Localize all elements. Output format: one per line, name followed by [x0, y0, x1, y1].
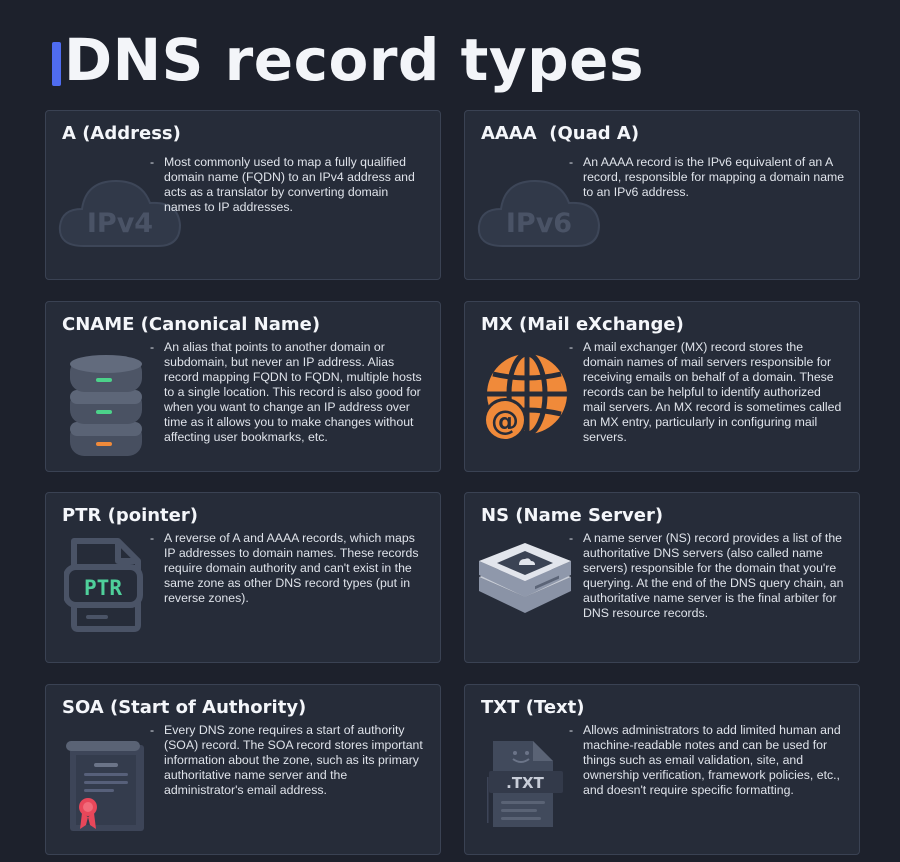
icon-label: IPv6: [506, 208, 572, 239]
certificate-icon: [64, 737, 148, 841]
card-aaaa-record: AAAA (Quad A) IPv6 - An AAAA record is th…: [464, 110, 860, 280]
card-title: TXT (Text): [481, 697, 585, 718]
card-title: CNAME (Canonical Name): [62, 314, 321, 335]
icon-label: @: [491, 404, 519, 437]
icon-label: .TXT: [506, 774, 544, 792]
server-stack-icon: [66, 350, 146, 462]
txt-file-icon: .TXT: [487, 737, 567, 833]
card-title: NS (Name Server): [481, 505, 664, 526]
card-title: SOA (Start of Authority): [62, 697, 307, 718]
page-title: DNS record types: [64, 26, 645, 94]
card-description: - Most commonly used to map a fully quali…: [150, 155, 415, 214]
card-txt-record: TXT (Text) .TXT - Allows administrators t…: [464, 684, 860, 855]
card-a-record: A (Address) IPv4 - Most commonly used to …: [45, 110, 441, 280]
card-ns-record: NS (Name Server) -A name server (NS) rec…: [464, 492, 860, 663]
card-description: -A mail exchanger (MX) record stores the…: [569, 340, 842, 444]
card-title: PTR (pointer): [62, 505, 198, 526]
card-description: - Every DNS zone requires a start of auth…: [150, 723, 423, 797]
card-description: -A reverse of A and AAAA records, which …: [150, 531, 419, 605]
icon-label: IPv4: [87, 208, 153, 239]
name-server-icon: [475, 535, 575, 631]
card-description: - An alias that points to another domain …: [150, 340, 422, 444]
card-title: A (Address): [62, 123, 181, 144]
card-title: AAAA (Quad A): [481, 123, 640, 144]
card-mx-record: MX (Mail eXchange) @ -A mail exchanger (…: [464, 301, 860, 472]
card-description: -A name server (NS) record provides a li…: [569, 531, 844, 620]
card-description: - An AAAA record is the IPv6 equivalent o…: [569, 155, 845, 199]
card-ptr-record: PTR (pointer) PTR -A reverse of A and AA…: [45, 492, 441, 663]
globe-mail-icon: @: [475, 346, 573, 450]
card-title: MX (Mail eXchange): [481, 314, 684, 335]
title-accent-bar: [52, 42, 61, 86]
card-description: - Allows administrators to add limited hu…: [569, 723, 841, 797]
icon-label: PTR: [84, 576, 122, 600]
card-cname-record: CNAME (Canonical Name) - An alias that po…: [45, 301, 441, 472]
card-soa-record: SOA (Start of Authority) - Every DNS zone…: [45, 684, 441, 855]
ptr-file-icon: PTR: [64, 537, 148, 633]
